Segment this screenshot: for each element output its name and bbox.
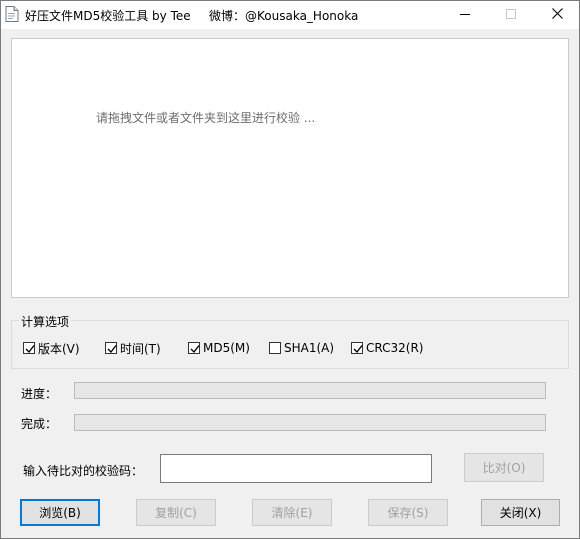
drop-hint-text: 请拖拽文件或者文件夹到这里进行校验 ... <box>96 111 316 125</box>
checkbox-box <box>269 342 281 354</box>
title-bar: 好压文件MD5校验工具 by Tee 微博：@Kousaka_Honoka <box>1 1 579 29</box>
checksum-input-label: 输入待比对的校验码： <box>23 464 144 478</box>
complete-bar <box>74 414 546 431</box>
version-checkbox[interactable]: 版本(V) <box>23 340 80 356</box>
sha1-checkbox-label: SHA1(A) <box>284 341 335 355</box>
app-file-icon <box>5 6 19 22</box>
md5-checkbox[interactable]: MD5(M) <box>188 340 250 356</box>
close-window-button[interactable] <box>534 1 579 29</box>
sha1-checkbox[interactable]: SHA1(A) <box>269 340 334 356</box>
progress-bar <box>74 382 546 399</box>
compare-button[interactable]: 比对(O) <box>464 453 544 482</box>
clear-button[interactable]: 清除(E) <box>252 499 332 526</box>
time-checkbox[interactable]: 时间(T) <box>105 340 161 356</box>
md5-checkbox-label: MD5(M) <box>203 341 250 355</box>
checkbox-box <box>23 342 35 354</box>
close-button[interactable]: 关闭(X) <box>481 499 560 526</box>
checkbox-box <box>188 342 200 354</box>
maximize-button[interactable] <box>488 1 534 29</box>
time-checkbox-label: 时间(T) <box>120 341 161 356</box>
minimize-button[interactable] <box>442 1 488 29</box>
checkbox-box <box>105 342 117 354</box>
complete-label: 完成： <box>21 417 58 431</box>
window-title: 好压文件MD5校验工具 by Tee <box>25 9 191 23</box>
file-drop-area[interactable]: 请拖拽文件或者文件夹到这里进行校验 ... <box>11 38 569 298</box>
browse-button[interactable]: 浏览(B) <box>20 499 100 526</box>
progress-label: 进度： <box>21 387 58 401</box>
version-checkbox-label: 版本(V) <box>38 341 80 356</box>
options-group-title: 计算选项 <box>19 313 72 330</box>
maximize-icon <box>506 8 516 22</box>
weibo-handle: 微博：@Kousaka_Honoka <box>209 9 359 23</box>
checkbox-box <box>351 342 363 354</box>
copy-button[interactable]: 复制(C) <box>136 499 216 526</box>
crc32-checkbox-label: CRC32(R) <box>366 341 424 355</box>
minimize-icon <box>460 8 470 22</box>
app-window: 好压文件MD5校验工具 by Tee 微博：@Kousaka_Honoka 请拖… <box>0 0 580 539</box>
crc32-checkbox[interactable]: CRC32(R) <box>351 340 423 356</box>
save-button[interactable]: 保存(S) <box>368 499 448 526</box>
close-icon <box>551 8 563 22</box>
checksum-input[interactable] <box>160 454 432 483</box>
